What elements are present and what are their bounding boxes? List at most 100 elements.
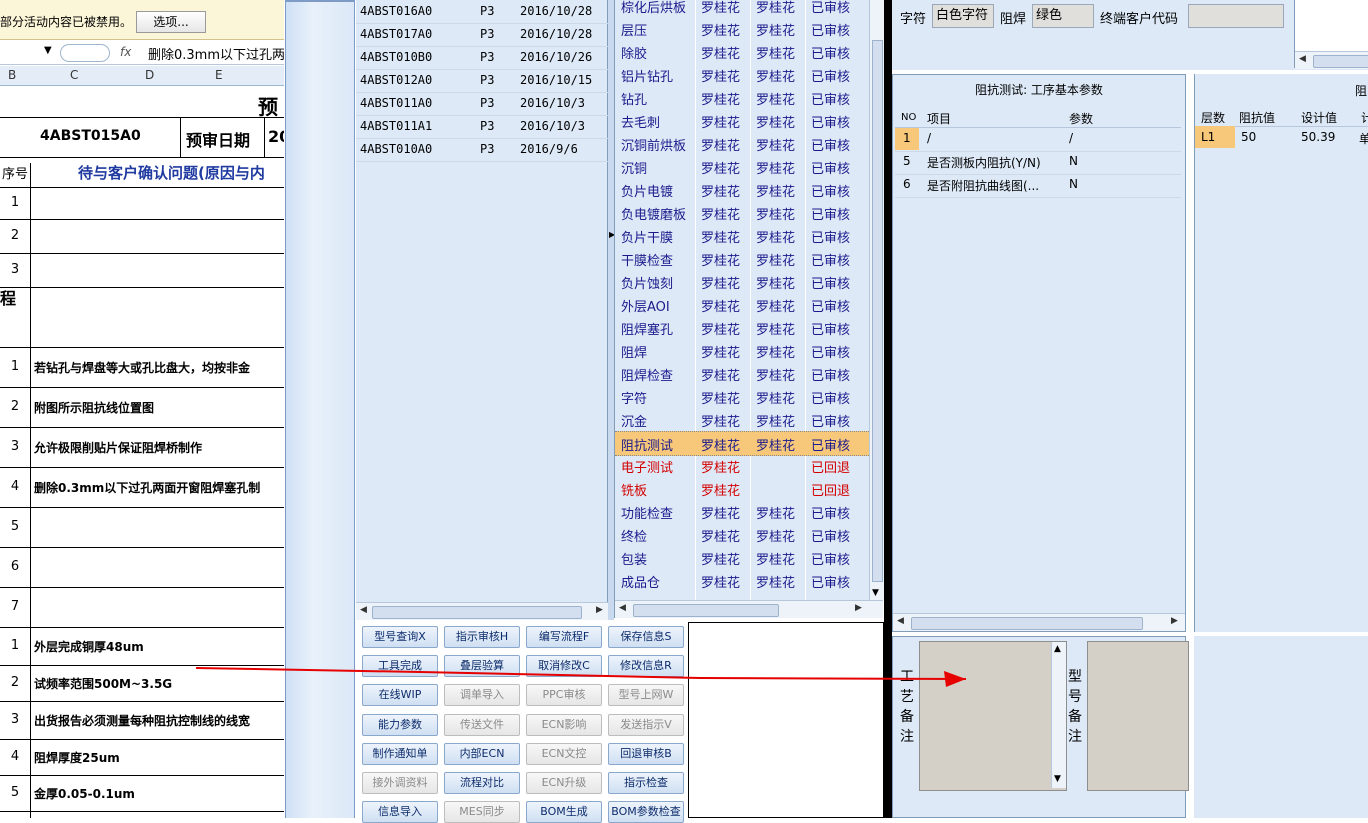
action-button[interactable]: 发送指示V: [608, 713, 684, 736]
scroll-thumb[interactable]: [911, 617, 1143, 630]
action-button[interactable]: MES同步: [444, 801, 520, 823]
model-list-grid[interactable]: 4ABST016A0 P3 2016/10/28 4ABST017A0 P3 2016/1…: [356, 0, 608, 620]
scroll-down-icon[interactable]: ▼: [872, 588, 879, 598]
model-row[interactable]: 4ABST011A0 P3 2016/10/3: [356, 92, 608, 116]
action-button[interactable]: 取消修改C: [526, 655, 602, 678]
process-row[interactable]: 除胶 罗桂花 罗桂花 已审核: [615, 40, 869, 63]
scroll-right-icon[interactable]: ▶: [855, 603, 862, 613]
function-icon[interactable]: fx: [120, 45, 131, 59]
customer-code-field[interactable]: [1188, 4, 1284, 28]
process-row[interactable]: 阻抗测试 罗桂花 罗桂花 已审核: [615, 431, 869, 456]
model-row[interactable]: 4ABST012A0 P3 2016/10/15: [356, 69, 608, 93]
process-hscroll[interactable]: ◀ ▶: [615, 600, 883, 618]
pane-divider[interactable]: [884, 0, 892, 818]
scroll-thumb[interactable]: [1313, 55, 1368, 68]
process-row[interactable]: 铣板 罗桂花 已回退: [615, 477, 869, 500]
model-row[interactable]: 4ABST010A0 P3 2016/9/6: [356, 138, 608, 162]
issue-text-cell[interactable]: 若钻孔与焊盘等大或孔比盘大，均按非金: [34, 359, 250, 376]
model-row[interactable]: 4ABST016A0 P3 2016/10/28: [356, 0, 608, 24]
action-button[interactable]: 传送文件: [444, 713, 520, 736]
scroll-thumb[interactable]: [372, 606, 582, 619]
issue-text-cell[interactable]: 金厚0.05-0.1um: [34, 785, 135, 802]
impedance-row[interactable]: 6 是否附阻抗曲线图(... N: [895, 174, 1181, 198]
action-button[interactable]: 保存信息S: [608, 626, 684, 648]
process-row[interactable]: 负片蚀刻 罗桂花 罗桂花 已审核: [615, 270, 869, 293]
model-list-hscroll[interactable]: ◀ ▶: [356, 602, 608, 620]
issue-text-cell[interactable]: 附图所示阻抗线位置图: [34, 399, 154, 416]
memo-vscroll[interactable]: ▲ ▼: [1051, 642, 1066, 788]
scroll-thumb[interactable]: [633, 604, 779, 617]
process-row[interactable]: 电子测试 罗桂花 已回退: [615, 454, 869, 477]
issue-text-cell[interactable]: 出货报告必须测量每种阻抗控制线的线宽: [34, 712, 250, 729]
process-remarks-memo[interactable]: ▲ ▼: [919, 641, 1067, 791]
action-button[interactable]: 工具完成: [362, 655, 438, 678]
options-button[interactable]: 选项...: [136, 11, 206, 33]
process-row[interactable]: 终检 罗桂花 罗桂花 已审核: [615, 523, 869, 546]
action-button[interactable]: 叠层验算: [444, 655, 520, 678]
process-vscroll[interactable]: ▼: [869, 0, 884, 600]
action-button[interactable]: 能力参数: [362, 713, 438, 736]
action-button[interactable]: 信息导入: [362, 801, 438, 823]
model-row[interactable]: 4ABST017A0 P3 2016/10/28: [356, 23, 608, 47]
impedance-hscroll[interactable]: ◀ ▶: [893, 613, 1185, 631]
process-row[interactable]: 沉铜 罗桂花 罗桂花 已审核: [615, 155, 869, 178]
action-button[interactable]: 流程对比: [444, 772, 520, 794]
layer-impedance-grid[interactable]: 阻 层数 阻抗值 设计值 计 L1 50 50.39 单: [1194, 74, 1368, 632]
action-button[interactable]: 型号查询X: [362, 626, 438, 648]
process-row[interactable]: 阻焊塞孔 罗桂花 罗桂花 已审核: [615, 316, 869, 339]
action-button[interactable]: 指示检查: [608, 772, 684, 794]
scroll-down-icon[interactable]: ▼: [1054, 774, 1061, 784]
process-row[interactable]: 外层AOI 罗桂花 罗桂花 已审核: [615, 293, 869, 316]
action-button[interactable]: 内部ECN: [444, 742, 520, 765]
process-row[interactable]: 功能检查 罗桂花 罗桂花 已审核: [615, 500, 869, 523]
action-button[interactable]: 指示审核H: [444, 626, 520, 648]
process-row[interactable]: 成品仓 罗桂花 罗桂花 已审核: [615, 569, 869, 592]
process-row[interactable]: 沉金 罗桂花 罗桂花 已审核: [615, 408, 869, 431]
column-header[interactable]: E: [215, 68, 223, 82]
issue-text-cell[interactable]: 允许极限削贴片保证阻焊桥制作: [34, 439, 202, 456]
name-box-dropdown-icon[interactable]: ▼: [44, 45, 52, 56]
scroll-thumb[interactable]: [872, 40, 883, 582]
impedance-params-grid[interactable]: 阻抗测试: 工序基本参数 NO 项目 参数 1//5 是否测板内阻抗(Y/N) N 6…: [892, 74, 1186, 632]
action-button[interactable]: 调单导入: [444, 684, 520, 707]
scroll-right-icon[interactable]: ▶: [596, 605, 603, 615]
side-hscroll[interactable]: ◀: [1295, 51, 1368, 69]
action-button[interactable]: 接外调资料: [362, 772, 438, 794]
action-button[interactable]: BOM参数检查: [608, 801, 684, 823]
char-field[interactable]: 白色字符: [932, 4, 994, 28]
model-row[interactable]: 4ABST011A1 P3 2016/10/3: [356, 115, 608, 139]
process-row[interactable]: 去毛刺 罗桂花 罗桂花 已审核: [615, 109, 869, 132]
process-row[interactable]: 棕化后烘板 罗桂花 罗桂花 已审核: [615, 0, 869, 17]
issue-text-cell[interactable]: 删除0.3mm以下过孔两面开窗阻焊塞孔制: [34, 479, 260, 496]
process-row[interactable]: 负电镀磨板 罗桂花 罗桂花 已审核: [615, 201, 869, 224]
process-row[interactable]: 铝片钻孔 罗桂花 罗桂花 已审核: [615, 63, 869, 86]
column-header[interactable]: C: [70, 68, 78, 82]
scroll-left-icon[interactable]: ◀: [1299, 54, 1306, 64]
action-button[interactable]: 回退审核B: [608, 742, 684, 765]
process-row[interactable]: 负片电镀 罗桂花 罗桂花 已审核: [615, 178, 869, 201]
scroll-left-icon[interactable]: ◀: [619, 603, 626, 613]
impedance-row[interactable]: 1 / /: [895, 128, 1181, 152]
scroll-left-icon[interactable]: ◀: [360, 605, 367, 615]
action-button[interactable]: 在线WIP: [362, 684, 438, 707]
process-row[interactable]: 字符 罗桂花 罗桂花 已审核: [615, 385, 869, 408]
scroll-right-icon[interactable]: ▶: [1171, 616, 1178, 626]
layer-row[interactable]: L1 50 50.39 单: [1195, 126, 1368, 148]
worksheet[interactable]: 预 4ABST015A0 预审日期 20 序号 待与客户确认问题(原因与内 12…: [0, 87, 284, 818]
process-row[interactable]: 钻孔 罗桂花 罗桂花 已审核: [615, 86, 869, 109]
process-row[interactable]: 阻焊 罗桂花 罗桂花 已审核: [615, 339, 869, 362]
mask-field[interactable]: 绿色: [1032, 4, 1094, 28]
action-button[interactable]: 型号上网W: [608, 684, 684, 707]
action-button[interactable]: 制作通知单: [362, 742, 438, 765]
formula-cancel-enter-icon[interactable]: [60, 44, 110, 62]
action-button[interactable]: BOM生成: [526, 801, 602, 823]
column-header[interactable]: B: [8, 68, 16, 82]
model-remarks-memo[interactable]: [1087, 641, 1189, 791]
issue-text-cell[interactable]: 外层完成铜厚48um: [34, 638, 144, 655]
process-flow-grid[interactable]: 棕化后烘板 罗桂花 罗桂花 已审核 层压 罗桂花 罗桂花 已审核 除胶 罗桂花 罗桂花 已审核 铝片钻孔…: [614, 0, 884, 618]
impedance-row[interactable]: 5 是否测板内阻抗(Y/N) N: [895, 151, 1181, 175]
action-button[interactable]: ECN影响: [526, 713, 602, 736]
scroll-left-icon[interactable]: ◀: [897, 616, 904, 626]
process-row[interactable]: 阻焊检查 罗桂花 罗桂花 已审核: [615, 362, 869, 385]
action-button[interactable]: 修改信息R: [608, 655, 684, 678]
